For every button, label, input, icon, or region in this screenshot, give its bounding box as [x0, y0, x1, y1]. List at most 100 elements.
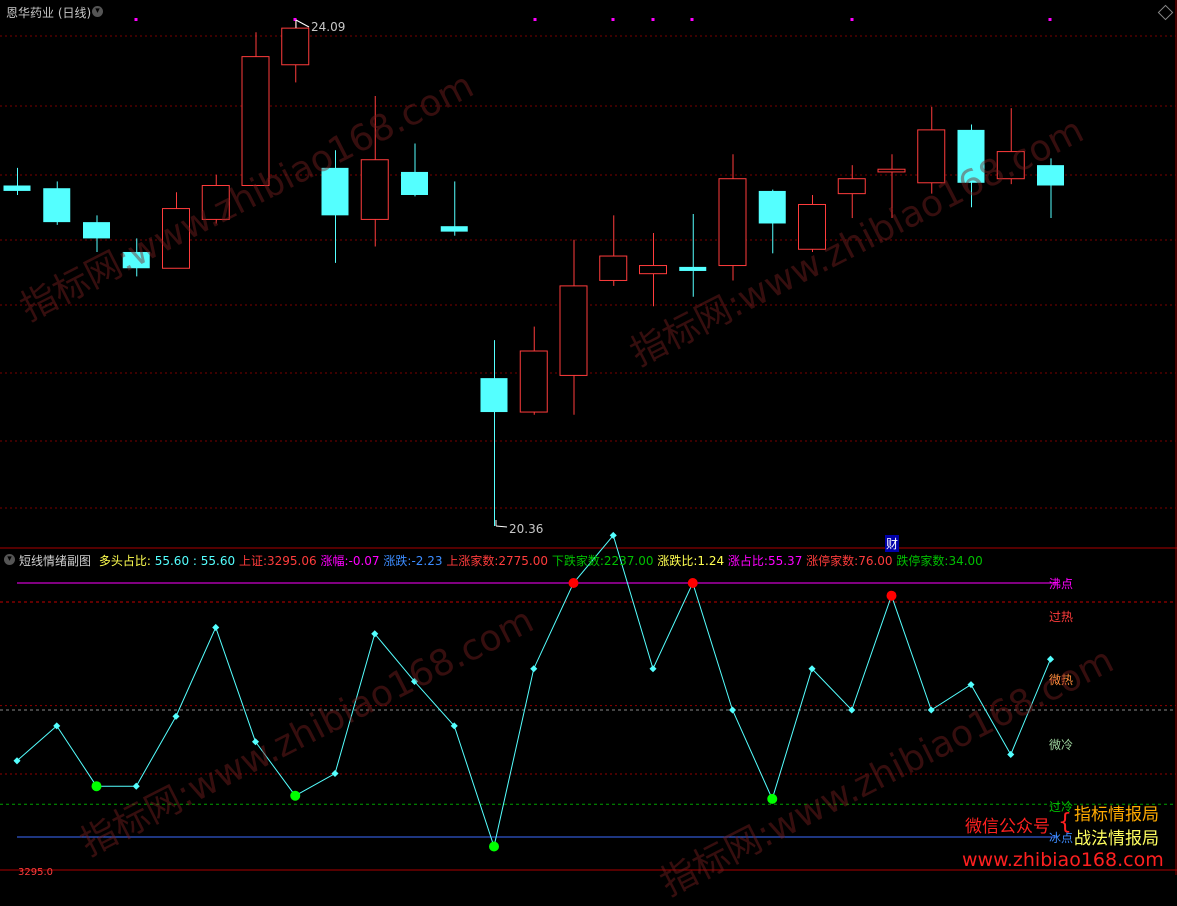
candles	[3, 20, 1064, 526]
candle-body-5	[201, 185, 230, 220]
zhangfu-value: -0.07	[348, 554, 380, 568]
bottom-value-label: 3295.0	[18, 867, 53, 878]
duotou-value-2: : 55.60	[192, 554, 236, 568]
limitup-value: 76.00	[858, 554, 893, 568]
candle-body-25	[996, 151, 1025, 180]
sub-grid	[0, 582, 1176, 838]
cold-point-12	[489, 841, 499, 852]
limitup-label: 涨停家数:	[806, 554, 859, 568]
top-marker-3	[611, 18, 615, 21]
sentiment-point-18	[728, 706, 737, 714]
candle-body-0	[3, 185, 31, 191]
candle-body-26	[1037, 165, 1064, 186]
sentiment-point-16	[649, 665, 657, 673]
candle-body-4	[162, 208, 190, 269]
brace-icon: {	[1058, 810, 1072, 835]
level-cool: 微冷	[1049, 738, 1074, 752]
sentiment-point-24	[967, 681, 975, 689]
sentiment-line	[13, 531, 1055, 852]
duotou-label: 多头占比:	[98, 554, 151, 568]
wechat-label: 微信公众号	[965, 817, 1050, 837]
candle-body-12	[480, 378, 508, 413]
candle-body-13	[519, 350, 548, 413]
candle-body-8	[321, 167, 349, 216]
up-count-label: 上涨家数:	[446, 554, 499, 568]
footer-site: www.zhibiao168.com	[962, 849, 1164, 871]
sentiment-point-13	[530, 665, 538, 673]
sub-title: 短线情绪副图	[19, 554, 92, 568]
upratio-value: 55.37	[767, 554, 803, 568]
sentiment-point-4	[172, 712, 180, 720]
duotou-value-1: 55.60	[154, 554, 190, 568]
top-marker-5	[690, 18, 694, 21]
sentiment-point-6	[251, 738, 260, 746]
sentiment-point-26	[1046, 655, 1055, 663]
candle-body-11	[440, 226, 468, 232]
down-count-value: 2237.00	[603, 554, 654, 568]
hi-lo-markers	[295, 19, 508, 528]
top-marker-4	[651, 18, 655, 21]
finance-marker[interactable]: 财	[885, 535, 900, 552]
upratio-label: 涨占比:	[727, 554, 768, 568]
sub-header: 短线情绪副图 多头占比: 55.60 : 55.60 上证:3295.06 涨幅…	[19, 552, 983, 569]
top-marker-2	[533, 18, 537, 21]
high-price-label: 24.09	[311, 20, 346, 34]
top-markers	[134, 18, 1052, 21]
level-boil: 沸点	[1049, 577, 1074, 591]
limitdown-label: 跌停家数:	[896, 554, 949, 568]
sentiment-point-23	[927, 706, 935, 714]
collapse-main-icon[interactable]: ▾	[92, 6, 103, 17]
candle-body-1	[43, 188, 71, 223]
sz-label: 上证:	[238, 554, 267, 568]
candle-body-19	[758, 190, 786, 224]
main-grid	[0, 35, 1176, 509]
main-title: 恩华药业 (日线)	[6, 6, 92, 20]
hot-point-22	[886, 590, 897, 601]
zhangdie-value: -2.23	[411, 554, 443, 568]
candle-body-6	[241, 56, 270, 187]
sz-value: 3295.06	[267, 554, 317, 568]
candle-body-15	[599, 255, 628, 281]
hot-point-17	[687, 578, 698, 588]
brand-1: 指标情报局	[1074, 805, 1159, 825]
level-overheat: 过热	[1049, 610, 1074, 624]
zhangdie-label: 涨跌:	[383, 554, 412, 568]
candle-body-14	[559, 285, 588, 376]
stock-chart	[0, 0, 1177, 875]
candle-body-3	[122, 251, 150, 269]
candle-body-9	[360, 159, 389, 220]
collapse-sub-icon[interactable]: ▾	[4, 554, 15, 565]
brand-2: 战法情报局	[1074, 829, 1159, 849]
top-marker-7	[1048, 18, 1052, 21]
level-warm: 微热	[1049, 673, 1074, 687]
ratio-value: 1.24	[697, 554, 725, 568]
cold-point-7	[290, 790, 301, 801]
sentiment-polyline	[16, 534, 1051, 849]
candle-body-21	[837, 178, 866, 195]
hot-point-14	[568, 578, 579, 588]
top-marker-6	[850, 18, 854, 21]
candle-body-17	[679, 266, 707, 271]
limitdown-value: 34.00	[948, 554, 983, 568]
sentiment-point-3	[132, 782, 140, 790]
candle-body-20	[798, 203, 826, 250]
sentiment-point-25	[1007, 750, 1015, 758]
candle-body-16	[639, 265, 667, 275]
candle-body-23	[917, 129, 946, 184]
low-price-label: 20.36	[509, 522, 544, 536]
sentiment-point-8	[331, 769, 339, 778]
zhangfu-label: 涨幅:	[320, 554, 349, 568]
candle-body-2	[83, 222, 110, 239]
cold-point-19	[767, 793, 778, 804]
candle-body-24	[957, 129, 985, 183]
down-count-label: 下跌家数:	[551, 554, 604, 568]
candle-body-18	[718, 178, 747, 267]
cold-point-2	[91, 781, 102, 792]
candle-body-22	[877, 168, 906, 173]
sentiment-point-5	[212, 623, 220, 631]
candle-body-7	[281, 27, 310, 66]
ratio-label: 涨跌比:	[657, 554, 698, 568]
candle-body-10	[401, 171, 428, 195]
up-count-value: 2775.00	[498, 554, 548, 568]
top-marker-0	[134, 18, 138, 21]
